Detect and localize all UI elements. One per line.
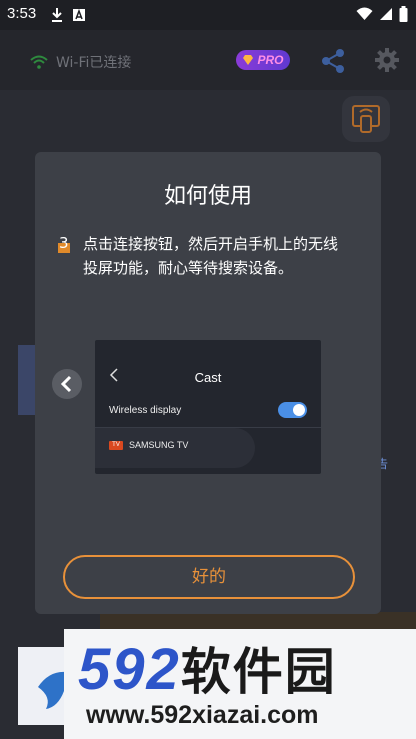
diamond-icon <box>243 55 254 65</box>
toggle-knob <box>293 404 305 416</box>
battery-icon <box>399 6 408 22</box>
watermark: 592软件园 www.592xiazai.com <box>64 629 416 739</box>
tutorial-wireless-label: Wireless display <box>109 405 182 416</box>
watermark-brand: 592软件园 <box>78 635 337 707</box>
wifi-status: Wi-Fi已连接 <box>30 52 131 72</box>
ok-button[interactable]: 好的 <box>63 555 355 599</box>
pro-badge-label: PRO <box>257 53 284 67</box>
screen-cast-button[interactable] <box>342 96 390 142</box>
tutorial-cast-title: Cast <box>194 370 222 385</box>
chevron-left-icon <box>60 375 72 393</box>
how-to-use-dialog: 如何使用 3 点击连接按钮，然后开启手机上的无线投屏功能，耐心等待搜索设备。 C… <box>35 152 381 614</box>
download-icon <box>52 8 62 22</box>
watermark-chinese: 软件园 <box>180 643 337 701</box>
gear-icon[interactable] <box>374 47 400 73</box>
watermark-digits: 592 <box>78 637 181 702</box>
tutorial-device-name: SAMSUNG TV <box>129 440 189 450</box>
step-instructions: 点击连接按钮，然后开启手机上的无线投屏功能，耐心等待搜索设备。 <box>83 235 339 277</box>
step-number: 3 <box>59 234 69 252</box>
status-time: 3:53 <box>7 5 37 22</box>
tutorial-wireless-toggle <box>278 402 307 418</box>
previous-step-button[interactable] <box>52 369 82 399</box>
screen-cast-icon <box>352 105 380 133</box>
tutorial-image: Cast Wireless display TV SAMSUNG TV <box>95 340 321 474</box>
tv-icon: TV <box>109 441 123 450</box>
share-icon[interactable] <box>320 48 346 74</box>
watermark-url: www.592xiazai.com <box>86 701 319 729</box>
dialog-title: 如何使用 <box>163 184 252 209</box>
app-notification-icon <box>73 8 85 21</box>
pro-badge[interactable]: PRO <box>236 50 290 70</box>
wifi-signal-icon <box>356 7 373 20</box>
wifi-status-label: Wi-Fi已连接 <box>56 55 132 71</box>
wifi-icon <box>30 55 48 69</box>
status-bar: 3:53 <box>0 0 416 30</box>
cell-signal-icon <box>380 8 392 20</box>
